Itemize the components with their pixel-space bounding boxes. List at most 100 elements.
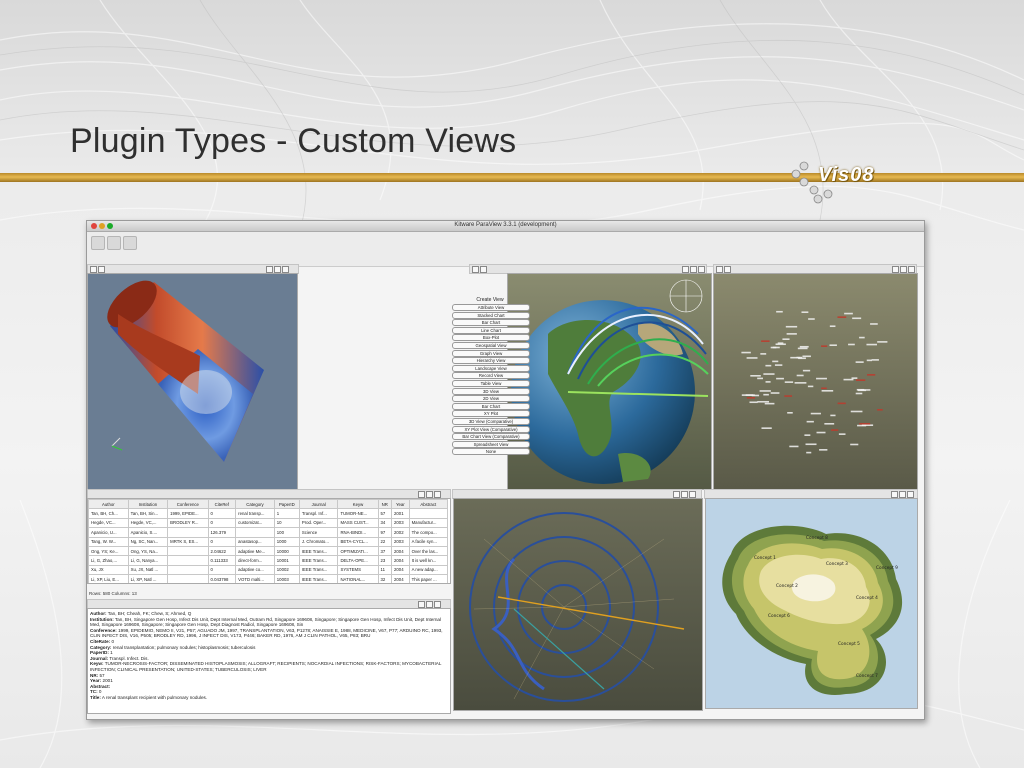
graph-node[interactable] (784, 395, 793, 397)
table-cell[interactable]: NATIONAL... (337, 574, 379, 583)
table-cell[interactable]: 0 (207, 564, 237, 576)
table-cell[interactable]: Ng, SC, Nan... (127, 536, 169, 547)
table-cell[interactable]: 1 (273, 508, 300, 519)
geospatial-view[interactable] (507, 273, 712, 490)
table-cell[interactable]: Li, G, Zhao,... (88, 555, 129, 566)
table-cell[interactable]: 100 (273, 527, 300, 538)
table-row[interactable]: Tan, BH, Ch... Tan, BH, Sin... 1999, EPIDE… (88, 508, 449, 519)
table-cell[interactable]: OPTIMIZATI... (337, 545, 379, 557)
view-type-button[interactable]: Graph View (452, 349, 530, 357)
landscape-label[interactable]: Concept 8 (806, 535, 828, 541)
graph-node[interactable] (757, 400, 770, 403)
split-pane-button[interactable] (426, 491, 433, 498)
table-row[interactable]: Ong, YS; Ke... Ong, YS, Na... 2.04622 adapt… (88, 545, 449, 557)
graph-node[interactable] (859, 336, 865, 339)
view-type-button[interactable]: Hierarchy View (452, 357, 530, 365)
table-cell[interactable]: 2004 (391, 564, 410, 576)
toolbar-icon[interactable] (107, 236, 121, 250)
split-pane-button[interactable] (90, 266, 97, 273)
graph-node[interactable] (856, 388, 865, 391)
landscape-view[interactable]: Concept 1 Concept 2 Concept 3 Concept 4 Conc… (705, 498, 918, 709)
view-type-button[interactable]: Stacked Chart (452, 311, 530, 319)
graph-node[interactable] (746, 397, 755, 399)
table-cell[interactable]: RNA-BINDI... (337, 527, 379, 538)
table-cell[interactable]: 2003 (391, 517, 410, 529)
table-cell[interactable]: 2004 (391, 574, 410, 583)
graph-node[interactable] (770, 392, 780, 394)
split-pane-button[interactable] (891, 491, 898, 498)
graph-node[interactable] (821, 387, 827, 390)
table-cell[interactable]: Manufactur... (408, 517, 449, 529)
table-cell[interactable]: Hegde, VC,... (127, 517, 169, 529)
toolbar-icon[interactable] (123, 236, 137, 250)
graph-node[interactable] (824, 422, 835, 425)
graph-node[interactable] (776, 310, 783, 313)
table-cell[interactable] (408, 508, 449, 519)
graph-node[interactable] (749, 401, 758, 404)
table-cell[interactable]: IEEE Trans... (298, 574, 339, 583)
graph-node[interactable] (843, 378, 854, 381)
table-cell[interactable]: A new adap... (408, 564, 449, 576)
table-cell[interactable]: Ong, YS; Ke... (88, 545, 129, 557)
table-cell[interactable]: 2004 (391, 555, 410, 566)
graph-node[interactable] (763, 373, 775, 375)
graph-node[interactable] (802, 369, 811, 372)
graph-node[interactable] (777, 342, 784, 344)
graph-view[interactable] (713, 273, 918, 490)
table-cell[interactable]: Prod. Oper... (298, 517, 339, 529)
view-type-button[interactable]: Spreadsheet View (452, 440, 530, 448)
close-pane-button[interactable] (434, 491, 441, 498)
table-cell[interactable]: BRODLEY R... (167, 517, 209, 529)
graph-node[interactable] (821, 345, 828, 347)
table-cell[interactable]: Apanicio, S.... (127, 527, 169, 538)
table-cell[interactable]: 2001 (391, 508, 410, 519)
column-header[interactable]: Author (88, 499, 129, 510)
view-type-button[interactable]: Table View (452, 380, 530, 387)
view-type-button[interactable]: Record View (452, 372, 530, 380)
column-header[interactable]: Institution (127, 499, 169, 510)
graph-node[interactable] (797, 347, 808, 350)
split-pane-button[interactable] (716, 266, 723, 273)
graph-node[interactable] (850, 443, 859, 446)
table-cell[interactable]: Li, XP, Natl ... (127, 574, 169, 583)
graph-node[interactable] (807, 385, 814, 388)
graph-node[interactable] (763, 393, 769, 396)
landscape-label[interactable]: Concept 7 (856, 673, 878, 679)
graph-node[interactable] (829, 325, 836, 328)
view-type-button[interactable]: Box-Plot (452, 334, 530, 342)
view-type-button[interactable]: 3D View (Comparative) (452, 418, 530, 425)
split-pane-button[interactable] (418, 601, 425, 608)
table-row[interactable]: Xu, JX Xu, JX, Natl ... 0 adaptive co... 100… (88, 564, 449, 576)
table-cell[interactable]: 34 (377, 517, 393, 529)
column-header[interactable]: Year (391, 499, 410, 510)
column-header[interactable]: PaperID (273, 499, 300, 510)
table-cell[interactable]: Li, G, Nanya... (127, 555, 169, 566)
table-cell[interactable]: A facile syn... (408, 536, 449, 547)
table-cell[interactable]: Tang, W. W... (88, 536, 129, 547)
table-cell[interactable]: J. Chromato... (298, 536, 339, 547)
table-cell[interactable]: 10 (273, 517, 300, 529)
close-pane-button[interactable] (434, 601, 441, 608)
close-pane-button[interactable] (908, 266, 915, 273)
graph-node[interactable] (844, 312, 853, 315)
graph-node[interactable] (855, 361, 864, 363)
table-cell[interactable]: 2003 (391, 536, 410, 547)
graph-node[interactable] (859, 422, 871, 425)
column-header[interactable]: Journal (298, 499, 339, 510)
graph-node[interactable] (819, 449, 828, 451)
graph-node[interactable] (877, 341, 888, 343)
graph-node[interactable] (784, 381, 794, 383)
graph-node[interactable] (810, 412, 821, 415)
view-type-button[interactable]: XY Plot (452, 410, 530, 418)
close-pane-button[interactable] (698, 266, 705, 273)
graph-node[interactable] (816, 377, 827, 380)
view-type-button[interactable]: Line Chart (452, 326, 530, 334)
graph-node[interactable] (759, 390, 771, 392)
graph-node[interactable] (794, 382, 807, 384)
graph-node[interactable] (866, 343, 877, 346)
column-header[interactable]: Category (235, 499, 275, 510)
close-pane-button[interactable] (689, 491, 696, 498)
table-cell[interactable]: adaptive co... (235, 564, 275, 576)
graph-node[interactable] (808, 318, 815, 320)
graph-node[interactable] (776, 377, 784, 380)
